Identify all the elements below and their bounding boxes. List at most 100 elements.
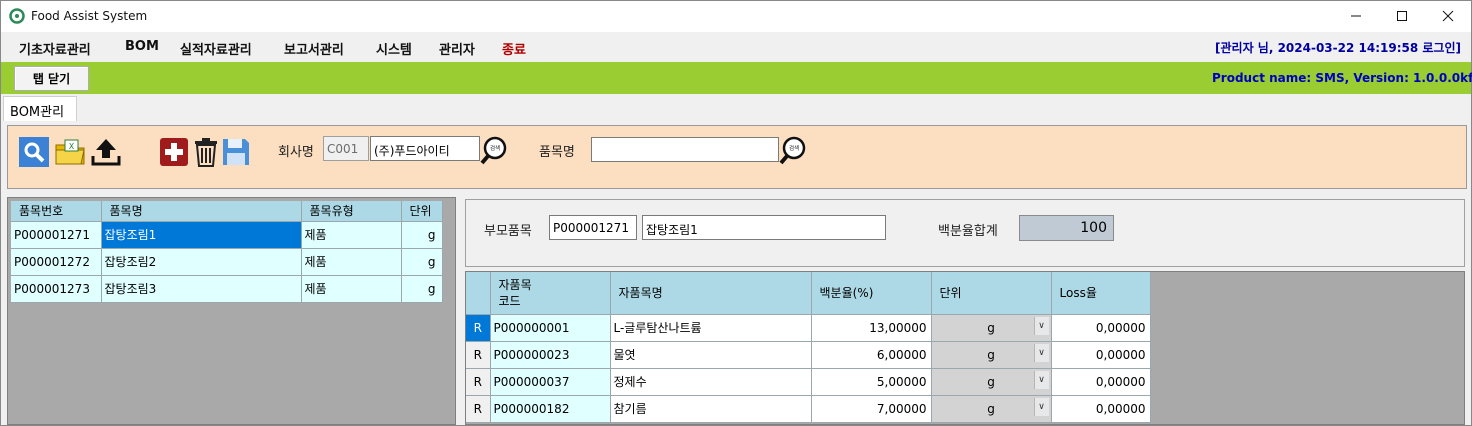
cell-item-number[interactable]: P000001273 — [11, 275, 102, 303]
upload-icon[interactable] — [90, 136, 122, 168]
cell-child-code[interactable]: P000000182 — [490, 395, 611, 423]
chevron-down-icon[interactable]: ∨ — [1033, 370, 1049, 389]
col-item-number[interactable]: 품목번호 — [11, 201, 102, 222]
cell-item-number[interactable]: P000001271 — [11, 221, 102, 249]
cell-child-code[interactable]: P000000001 — [490, 314, 611, 342]
menu-bom[interactable]: BOM — [125, 39, 159, 54]
minimize-button[interactable] — [1333, 1, 1379, 31]
parent-name-field[interactable]: 잡탕조림1 — [642, 215, 886, 240]
cell-unit-dropdown[interactable]: g ∨ — [931, 341, 1052, 369]
company-name-field[interactable]: (주)푸드아이티 — [370, 136, 480, 161]
company-code-field: C001 — [323, 136, 369, 161]
col-unit[interactable]: 단위 — [401, 201, 443, 222]
cell-percent[interactable]: 13,00000 — [811, 314, 932, 342]
cell-unit[interactable]: g — [401, 275, 443, 303]
cell-loss-rate[interactable]: 0,00000 — [1051, 368, 1151, 396]
window-title: Food Assist System — [31, 9, 148, 23]
cell-item-type[interactable]: 제품 — [301, 221, 402, 249]
chevron-down-icon[interactable]: ∨ — [1033, 343, 1049, 362]
cell-child-name[interactable]: L-글루탐산나트륨 — [610, 314, 812, 342]
maximize-button[interactable] — [1379, 1, 1425, 31]
close-icon — [1442, 10, 1454, 22]
row-state-marker: R — [466, 368, 491, 396]
chevron-down-icon[interactable]: ∨ — [1033, 316, 1049, 335]
col-unit[interactable]: 단위 — [931, 272, 1052, 315]
cell-unit[interactable]: g — [401, 221, 443, 249]
col-percent[interactable]: 백분율(%) — [811, 272, 932, 315]
cell-item-name[interactable]: 잡탕조림1 — [101, 221, 302, 249]
cell-child-name[interactable]: 정제수 — [610, 368, 812, 396]
app-logo-icon — [9, 8, 25, 24]
top-toolbar: 탭 닫기 Product name: SMS, Version: 1.0.0.0… — [1, 62, 1472, 94]
cell-percent[interactable]: 7,00000 — [811, 395, 932, 423]
col-item-type[interactable]: 품목유형 — [301, 201, 402, 222]
col-child-code[interactable]: 자품목 코드 — [490, 272, 611, 315]
tab-bom-management[interactable]: BOM관리 — [3, 96, 77, 121]
menu-admin[interactable]: 관리자 — [439, 39, 475, 58]
item-name-label: 품목명 — [539, 145, 575, 160]
app-window: Food Assist System 기초자료관리 BOM 실적자료관리 보고서… — [0, 0, 1472, 426]
company-label: 회사명 — [278, 145, 314, 160]
col-child-name[interactable]: 자품목명 — [610, 272, 812, 315]
table-row[interactable]: R P000000037 정제수 5,00000 g ∨ 0,00000 — [466, 368, 1151, 396]
cell-unit-dropdown[interactable]: g ∨ — [931, 368, 1052, 396]
cell-item-name[interactable]: 잡탕조림2 — [101, 248, 302, 276]
cell-item-number[interactable]: P000001272 — [11, 248, 102, 276]
menu-exit[interactable]: 종료 — [502, 39, 526, 58]
add-icon[interactable] — [158, 136, 190, 168]
minimize-icon — [1351, 15, 1361, 17]
cell-item-type[interactable]: 제품 — [301, 275, 402, 303]
menu-reports[interactable]: 보고서관리 — [284, 39, 344, 58]
cell-loss-rate[interactable]: 0,00000 — [1051, 341, 1151, 369]
unit-value: g — [987, 347, 995, 362]
excel-folder-icon[interactable]: X — [54, 136, 86, 168]
table-row[interactable]: P000001271 잡탕조림1 제품 g — [11, 221, 443, 249]
menu-performance-data[interactable]: 실적자료관리 — [180, 39, 252, 58]
table-row[interactable]: R P000000001 L-글루탐산나트륨 13,00000 g ∨ 0,000… — [466, 314, 1151, 342]
table-row[interactable]: R P000000182 참기름 7,00000 g ∨ 0,00000 — [466, 395, 1151, 423]
bom-components-grid: 자품목 코드 자품목명 백분율(%) 단위 Loss율 R P000000001… — [465, 271, 1465, 425]
title-bar: Food Assist System — [1, 1, 1471, 32]
cell-item-type[interactable]: 제품 — [301, 248, 402, 276]
product-list-grid: 품목번호 품목명 품목유형 단위 P000001271 잡탕조림1 제품 g P… — [7, 197, 456, 425]
cell-loss-rate[interactable]: 0,00000 — [1051, 314, 1151, 342]
cell-loss-rate[interactable]: 0,00000 — [1051, 395, 1151, 423]
cell-percent[interactable]: 6,00000 — [811, 341, 932, 369]
unit-value: g — [987, 320, 995, 335]
company-search-magnifier-icon[interactable]: 검색 — [480, 135, 510, 165]
save-icon[interactable] — [220, 136, 252, 168]
col-item-name[interactable]: 품목명 — [101, 201, 302, 222]
cell-unit-dropdown[interactable]: g ∨ — [931, 314, 1052, 342]
menu-system[interactable]: 시스템 — [376, 39, 412, 58]
item-name-input[interactable] — [591, 137, 779, 162]
chevron-down-icon[interactable]: ∨ — [1033, 397, 1049, 416]
cell-child-code[interactable]: P000000037 — [490, 368, 611, 396]
table-row[interactable]: P000001273 잡탕조림3 제품 g — [11, 275, 443, 303]
item-search-magnifier-icon[interactable]: 검색 — [779, 135, 809, 165]
row-state-marker: R — [466, 314, 491, 342]
close-window-button[interactable] — [1425, 1, 1471, 31]
product-version-text: Product name: SMS, Version: 1.0.0.0kfood — [1212, 71, 1472, 85]
delete-trash-icon[interactable] — [190, 136, 222, 168]
cell-unit[interactable]: g — [401, 248, 443, 276]
cell-child-name[interactable]: 참기름 — [610, 395, 812, 423]
cell-percent[interactable]: 5,00000 — [811, 368, 932, 396]
close-tab-button[interactable]: 탭 닫기 — [14, 66, 89, 91]
table-row[interactable]: P000001272 잡탕조림2 제품 g — [11, 248, 443, 276]
cell-child-name[interactable]: 물엿 — [610, 341, 812, 369]
search-panel: X 회사명 C001 (주)푸드아이티 검색 품목명 검색 — [7, 125, 1467, 189]
parent-code-field[interactable]: P000001271 — [549, 215, 637, 240]
col-loss-rate[interactable]: Loss율 — [1051, 272, 1151, 315]
parent-item-box: 부모품목 P000001271 잡탕조림1 백분율합계 100 — [465, 199, 1465, 267]
cell-unit-dropdown[interactable]: g ∨ — [931, 395, 1052, 423]
cell-item-name[interactable]: 잡탕조림3 — [101, 275, 302, 303]
cell-child-code[interactable]: P000000023 — [490, 341, 611, 369]
menu-bar: 기초자료관리 BOM 실적자료관리 보고서관리 시스템 관리자 종료 [관리자 … — [1, 32, 1471, 62]
bom-detail-panel: 부모품목 P000001271 잡탕조림1 백분율합계 100 자품목 코드 자… — [463, 197, 1467, 425]
percent-sum-field: 100 — [1019, 215, 1114, 241]
search-icon[interactable] — [18, 136, 50, 168]
table-row[interactable]: R P000000023 물엿 6,00000 g ∨ 0,00000 — [466, 341, 1151, 369]
menu-basic-data[interactable]: 기초자료관리 — [19, 39, 91, 58]
row-state-marker: R — [466, 341, 491, 369]
login-info: [관리자 님, 2024-03-22 14:19:58 로그인] — [1215, 41, 1461, 55]
